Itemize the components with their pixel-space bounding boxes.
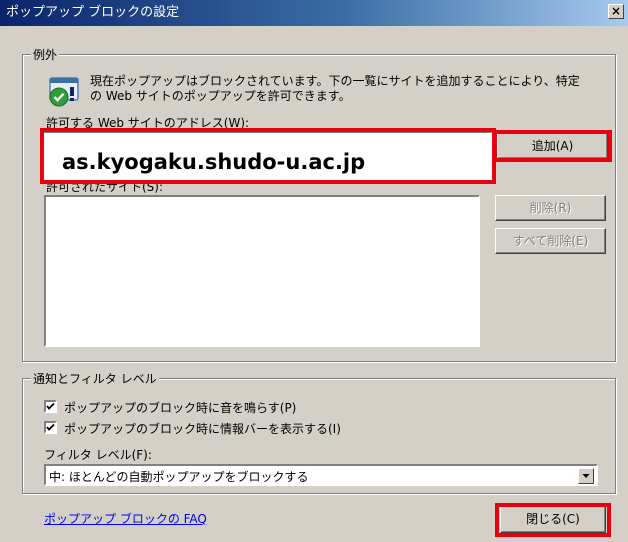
filter-level-value: 中: ほとんどの自動ポップアップをブロックする	[49, 470, 309, 484]
title-bar: ポップアップ ブロックの設定 ×	[0, 0, 628, 26]
filter-level-dropdown-button[interactable]	[578, 468, 594, 484]
show-info-bar-checkbox[interactable]	[44, 421, 57, 434]
checkmark-icon	[46, 402, 55, 410]
play-sound-checkbox[interactable]	[44, 400, 57, 413]
notifications-group-label: 通知とフィルタ レベル	[31, 370, 159, 387]
filter-level-select[interactable]: 中: ほとんどの自動ポップアップをブロックする	[44, 464, 598, 486]
popup-blocked-icon	[46, 76, 82, 108]
close-button-highlight-box	[495, 503, 611, 537]
window-title: ポップアップ ブロックの設定	[6, 5, 180, 20]
remove-button[interactable]: 削除(R)	[495, 195, 606, 221]
exceptions-group-label: 例外	[31, 46, 60, 63]
add-button-highlight-box	[493, 130, 612, 162]
remove-button-label: 削除(R)	[529, 201, 572, 215]
chevron-down-icon	[582, 474, 590, 478]
checkmark-icon	[46, 423, 55, 431]
popup-blocker-settings-dialog: ポップアップ ブロックの設定 × 例外 現在ポップアップはブロックされています。…	[0, 0, 628, 542]
close-window-button[interactable]: ×	[608, 4, 624, 19]
filter-level-label: フィルタ レベル(F):	[44, 448, 152, 462]
show-info-bar-label: ポップアップのブロック時に情報バーを表示する(I)	[64, 422, 341, 436]
info-text-line2: の Web サイトのポップアップを許可できます。	[90, 89, 351, 103]
remove-all-button[interactable]: すべて削除(E)	[495, 228, 606, 254]
remove-all-button-label: すべて削除(E)	[512, 234, 589, 248]
allowed-sites-list[interactable]	[44, 195, 480, 347]
close-icon: ×	[610, 4, 622, 18]
play-sound-label: ポップアップのブロック時に音を鳴らす(P)	[64, 401, 297, 415]
faq-link[interactable]: ポップアップ ブロックの FAQ	[44, 510, 207, 527]
address-highlight-box	[40, 128, 496, 184]
